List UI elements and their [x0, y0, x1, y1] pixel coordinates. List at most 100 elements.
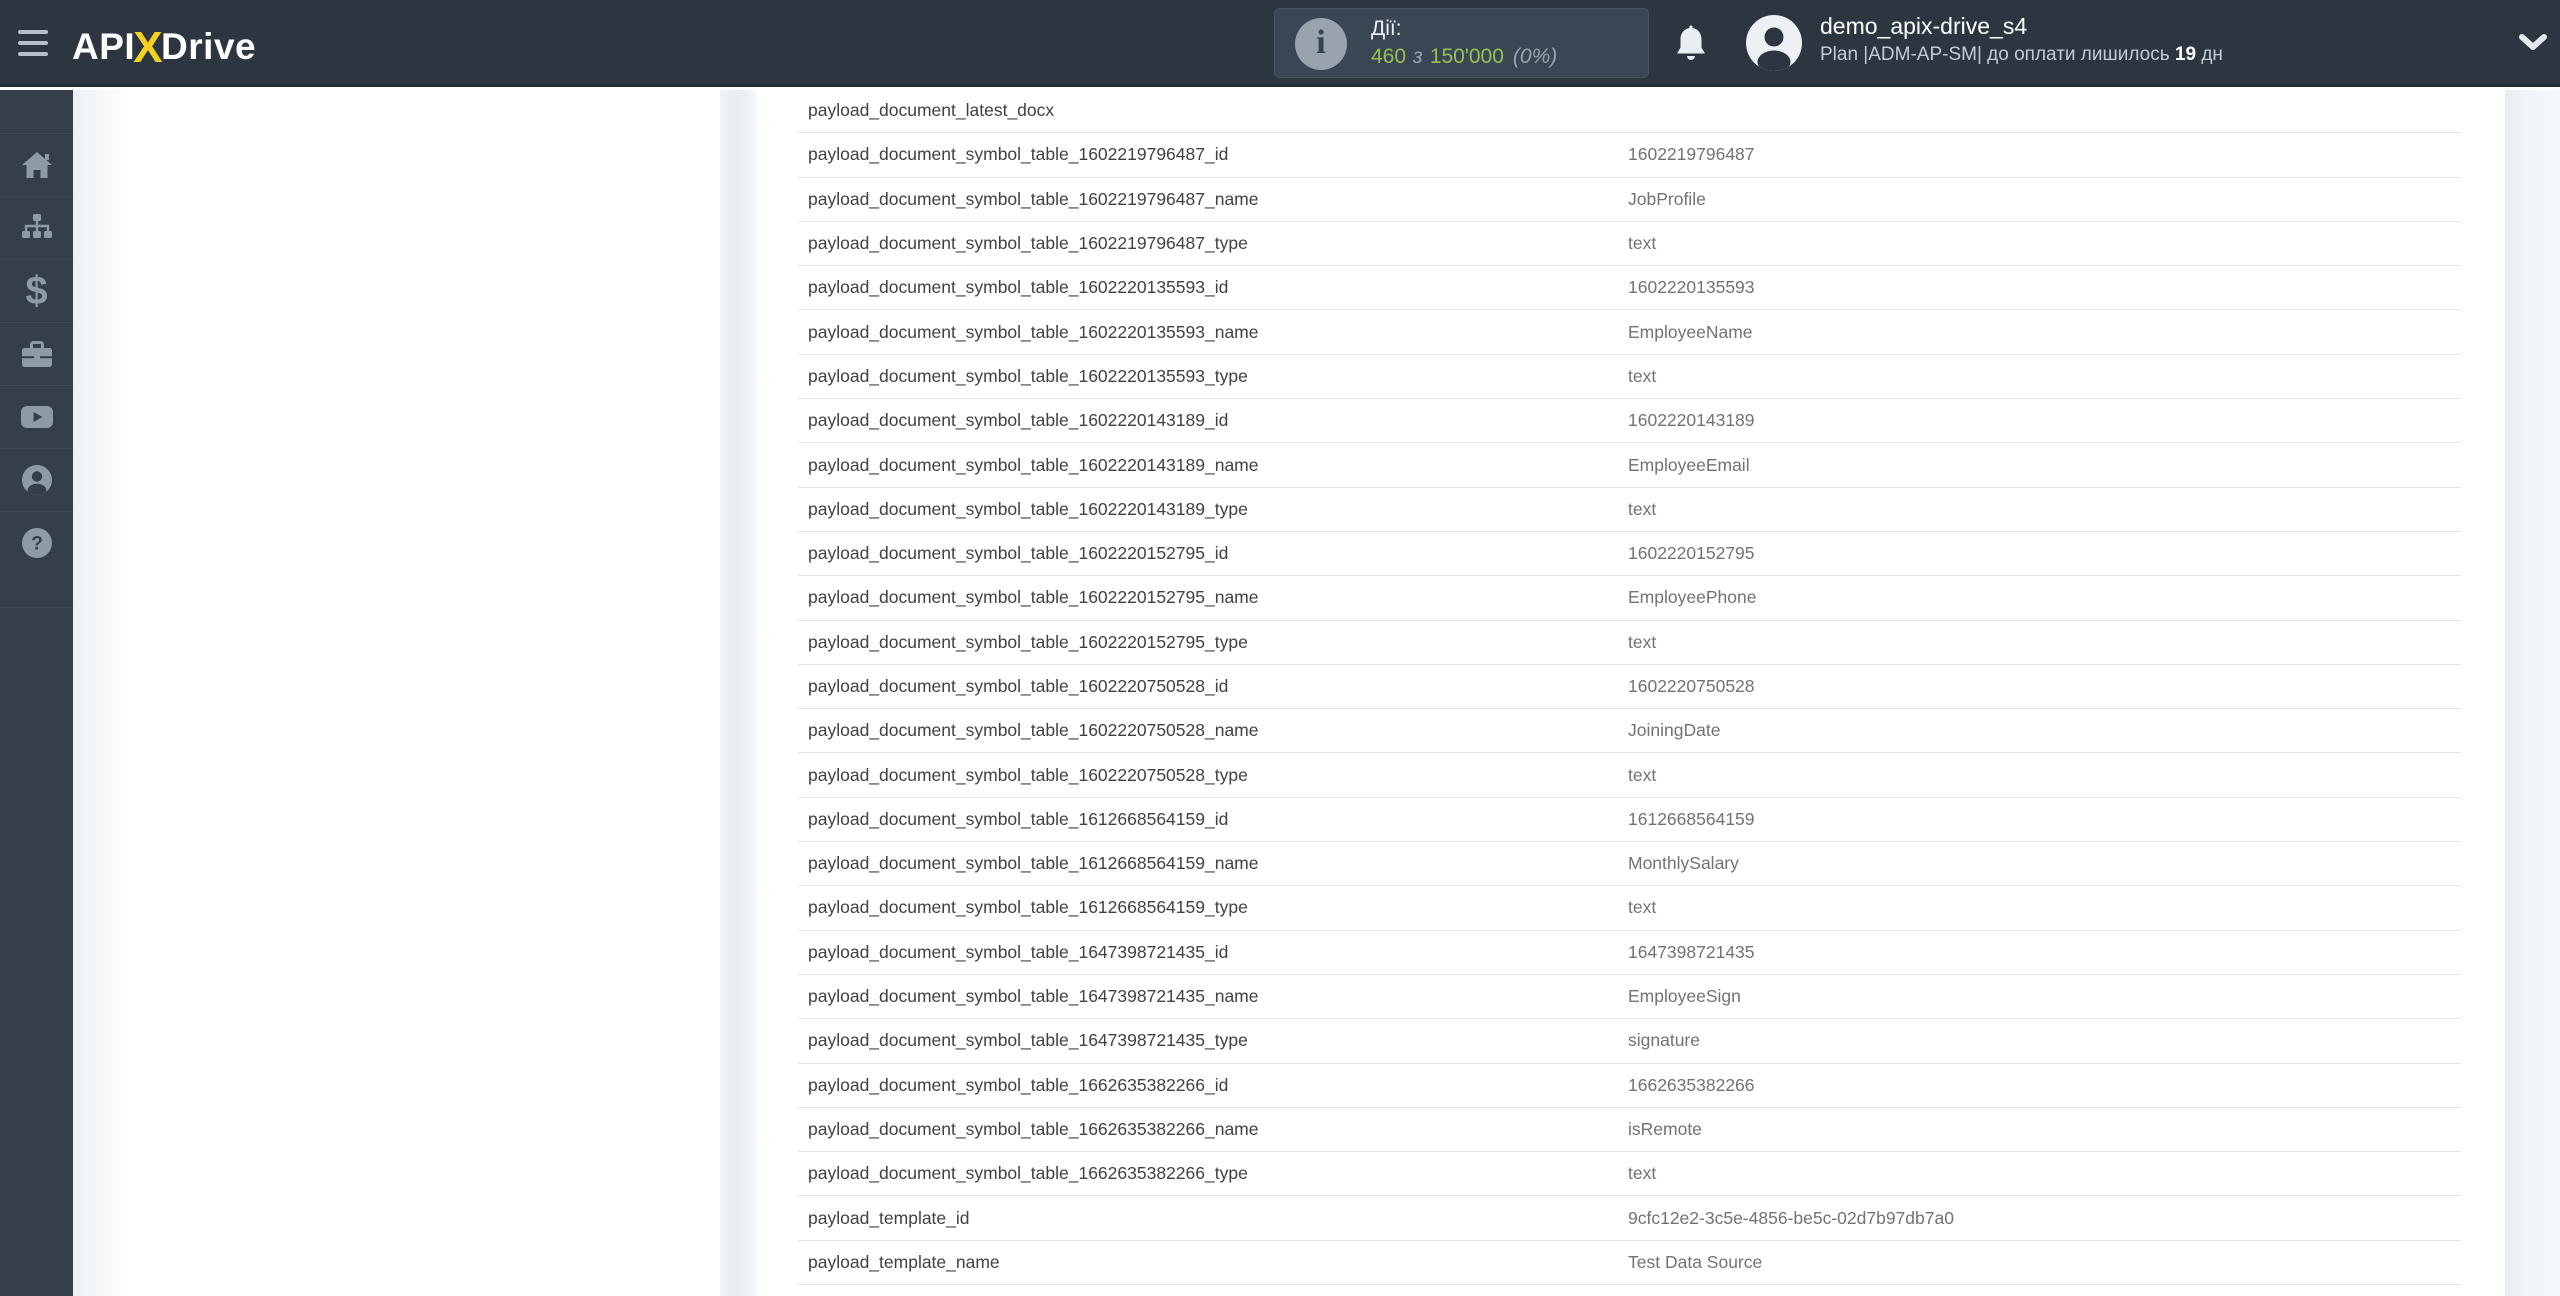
row-value: text [1628, 233, 1657, 254]
row-key: payload_document_symbol_table_1602220143… [808, 454, 1259, 475]
top-header: APIXDrive i Дії: 460 з 150'000 (0%) demo… [0, 0, 2560, 87]
row-key: payload_document_symbol_table_1602219796… [808, 144, 1229, 165]
table-row: payload_document_symbol_table_1602220750… [798, 753, 2461, 798]
row-value: text [1628, 764, 1657, 785]
table-row: payload_document_symbol_table_1602220750… [798, 709, 2461, 754]
row-key: payload_document_symbol_table_1602219796… [808, 188, 1259, 209]
table-row: payload_document_latest_docx [798, 89, 2461, 134]
row-value: 1612668564159 [1628, 808, 1755, 829]
table-row: payload_document_symbol_table_1602219796… [798, 222, 2461, 267]
table-row: payload_document_symbol_table_1602220143… [798, 488, 2461, 532]
row-key: payload_document_symbol_table_1602220750… [808, 676, 1229, 696]
sidebar-item-billing[interactable]: $ [0, 259, 73, 322]
home-icon [21, 152, 52, 178]
row-key: payload_document_symbol_table_1662635382… [808, 1118, 1259, 1139]
table-row: payload_document_symbol_table_1662635382… [798, 1108, 2461, 1153]
table-row: payload_template_name Test Data Source [798, 1241, 2461, 1286]
actions-of-word: з [1413, 45, 1423, 68]
help-icon: ? [21, 528, 52, 558]
row-value: text [1628, 1163, 1657, 1184]
row-value: 1602220750528 [1628, 676, 1755, 696]
row-value: EmployeePhone [1628, 587, 1757, 608]
row-value: text [1628, 897, 1657, 918]
payload-data-table: payload_document_latest_docx payload_doc… [798, 89, 2461, 1296]
row-value: text [1628, 498, 1657, 519]
row-value: 1602220143189 [1628, 410, 1755, 431]
logo-x: X [133, 23, 164, 72]
row-value: JobProfile [1628, 188, 1706, 209]
row-value: isRemote [1628, 1118, 1702, 1139]
sidebar-item-connections[interactable] [0, 196, 73, 259]
sidebar-item-video[interactable] [0, 385, 73, 448]
user-icon [21, 465, 52, 495]
logo-part-api: API [72, 26, 136, 67]
row-key: payload_document_symbol_table_1602220750… [808, 720, 1259, 741]
table-row: payload_document_symbol_table_1602220750… [798, 665, 2461, 710]
table-row: payload_document_symbol_table_1602220143… [798, 443, 2461, 488]
left-pane-scrollbar[interactable] [720, 90, 757, 1296]
table-row: payload_document_symbol_table_1602220135… [798, 310, 2461, 355]
page-scrollbar[interactable] [2505, 90, 2560, 1296]
row-key: payload_document_symbol_table_1602220135… [808, 277, 1229, 298]
table-row: payload_template_custom_fonts Arial [798, 1285, 2461, 1296]
row-key: payload_document_symbol_table_1662635382… [808, 1163, 1248, 1184]
actions-total: 150'000 [1429, 45, 1504, 68]
row-key: payload_document_symbol_table_1612668564… [808, 808, 1229, 829]
row-key: payload_template_name [808, 1251, 1000, 1272]
row-value: signature [1628, 1030, 1700, 1051]
account-info[interactable]: demo_apix-drive_s4 Plan |ADM-AP-SM| до о… [1820, 11, 2223, 68]
sitemap-icon [21, 214, 52, 238]
row-value: EmployeeEmail [1628, 454, 1750, 475]
table-row: payload_document_symbol_table_1647398721… [798, 975, 2461, 1020]
row-value: EmployeeSign [1628, 986, 1741, 1007]
row-key: payload_document_symbol_table_1662635382… [808, 1074, 1229, 1095]
account-plan: Plan |ADM-AP-SM| до оплати лишилось 19 д… [1820, 44, 2223, 65]
row-key: payload_document_symbol_table_1602220750… [808, 764, 1248, 785]
avatar[interactable] [1745, 14, 1803, 72]
actions-percent: (0%) [1512, 45, 1558, 68]
row-key: payload_document_symbol_table_1602220152… [808, 587, 1259, 608]
row-key: payload_document_symbol_table_1602219796… [808, 233, 1248, 254]
bell-icon[interactable] [1672, 25, 1710, 65]
row-value: MonthlySalary [1628, 853, 1739, 874]
row-key: payload_document_symbol_table_1602220143… [808, 498, 1248, 519]
sidebar-item-profile[interactable] [0, 448, 73, 511]
table-row: payload_document_symbol_table_1602220152… [798, 576, 2461, 621]
row-value: JoiningDate [1628, 720, 1721, 741]
row-key: payload_document_symbol_table_1602220135… [808, 365, 1248, 386]
row-key: payload_template_id [808, 1207, 970, 1228]
table-row: payload_document_symbol_table_1647398721… [798, 931, 2461, 975]
hamburger-menu-icon[interactable] [18, 30, 48, 56]
row-key: payload_document_symbol_table_1647398721… [808, 986, 1259, 1007]
left-pane [73, 90, 720, 1296]
apixdrive-logo[interactable]: APIXDrive [72, 20, 257, 72]
briefcase-icon [21, 341, 52, 367]
row-value: 1647398721435 [1628, 941, 1755, 962]
actions-usage-counter[interactable]: i Дії: 460 з 150'000 (0%) [1274, 8, 1649, 78]
days-left: 19 [2174, 44, 2197, 65]
sidebar-item-business[interactable] [0, 322, 73, 385]
actions-usage-value: 460 з 150'000 (0%) [1371, 43, 1557, 71]
svg-text:?: ? [31, 534, 43, 555]
sidebar-item-help[interactable]: ? [0, 511, 73, 574]
row-value: Test Data Source [1628, 1251, 1763, 1272]
row-key: payload_document_symbol_table_1612668564… [808, 897, 1248, 918]
sidebar-item-home[interactable] [0, 133, 73, 196]
row-value: 1602219796487 [1628, 144, 1755, 165]
table-row: payload_document_symbol_table_1602219796… [798, 178, 2461, 222]
table-row: payload_document_symbol_table_1602220135… [798, 266, 2461, 311]
row-value: EmployeeName [1628, 321, 1753, 342]
row-value: 1662635382266 [1628, 1074, 1755, 1095]
row-key: payload_document_symbol_table_1612668564… [808, 853, 1259, 874]
chevron-down-icon[interactable] [2518, 33, 2548, 53]
row-value: text [1628, 631, 1657, 652]
actions-used: 460 [1371, 45, 1407, 68]
row-value: 9cfc12e2-3c5e-4856-be5c-02d7b97db7a0 [1628, 1207, 1954, 1228]
logo-part-drive: Drive [161, 26, 257, 67]
row-value: 1602220152795 [1628, 543, 1755, 564]
table-row: payload_document_symbol_table_1602220152… [798, 532, 2461, 577]
account-name: demo_apix-drive_s4 [1820, 13, 2028, 39]
table-row: payload_document_symbol_table_1602220152… [798, 621, 2461, 665]
row-key: payload_document_latest_docx [808, 100, 1055, 121]
youtube-icon [20, 406, 53, 428]
